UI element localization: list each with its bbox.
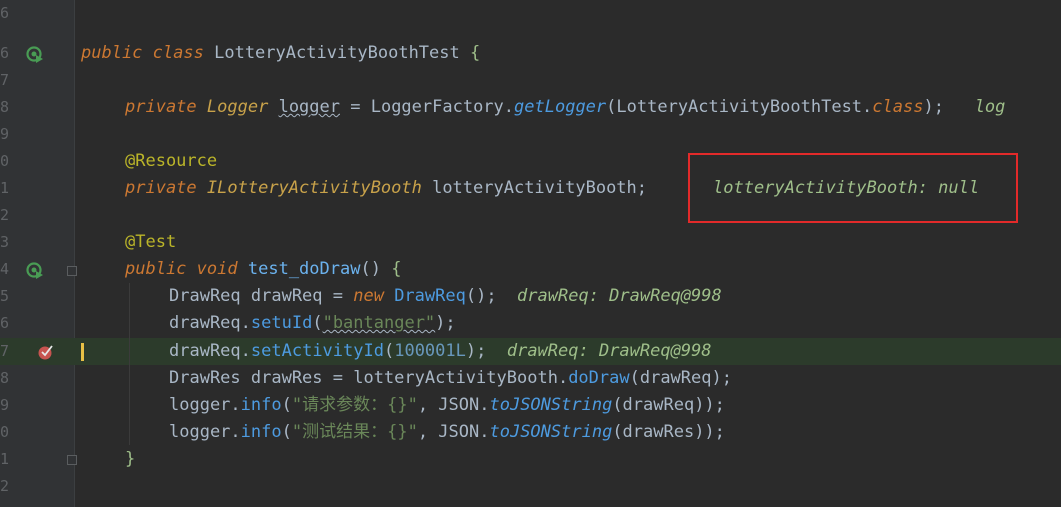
inline-debug-hint: log [974,97,1006,117]
text-caret [81,343,84,361]
line-number: 6 [0,314,10,332]
line-number: 4 [0,260,10,278]
inline-debug-hint: drawReq: DrawReq@998 [517,286,722,306]
code-text: public class LotteryActivityBoothTest { [81,43,481,63]
code-line[interactable]: 0 logger.info("测试结果：{}", JSON.toJSONStri… [0,419,1061,446]
code-text: private ILotteryActivityBooth lotteryAct… [125,178,648,198]
line-number: 0 [0,152,10,170]
code-text: public void test_doDraw() { [125,259,402,279]
fold-toggle-icon[interactable] [67,266,77,276]
code-line[interactable]: 1 } [0,446,1061,473]
line-number: 6 [0,44,10,62]
code-line[interactable]: 6 public class LotteryActivityBoothTest … [0,40,1061,67]
line-number: 8 [0,98,10,116]
current-execution-line[interactable]: 7 drawReq.setActivityId(100001L); drawRe… [0,338,1061,365]
inline-debug-hint: drawReq: DrawReq@998 [506,341,712,361]
code-line[interactable]: 8 DrawRes drawRes = lotteryActivityBooth… [0,365,1061,392]
line-number: 9 [0,396,10,414]
line-number: 1 [0,450,10,468]
line-number: 1 [0,179,10,197]
line-number: 6 [0,4,10,22]
code-text: @Resource [125,151,218,171]
code-text: logger.info("请求参数：{}", JSON.toJSONString… [169,395,725,415]
code-text: } [125,449,136,469]
code-text: @Test [125,232,177,252]
line-number: 8 [0,369,10,387]
breakpoint-icon[interactable] [37,343,55,361]
code-text: logger.info("测试结果：{}", JSON.toJSONString… [169,422,725,442]
line-number: 2 [0,477,10,495]
code-line[interactable]: 5 DrawReq drawReq = new DrawReq(); drawR… [0,283,1061,310]
code-line[interactable]: 2 [0,473,1061,500]
code-line[interactable]: 7 [0,67,1061,94]
line-number: 2 [0,206,10,224]
code-line[interactable]: 6 [0,0,1061,27]
line-number: 0 [0,423,10,441]
code-line[interactable]: 8 private Logger logger = LoggerFactory.… [0,94,1061,121]
line-number: 9 [0,125,10,143]
line-number: 7 [0,342,10,360]
line-number: 5 [0,287,10,305]
code-text: DrawReq drawReq = new DrawReq(); drawReq… [169,286,722,306]
line-number: 7 [0,71,10,89]
code-editor[interactable]: 6 6 public class LotteryActivityBoothTes… [0,0,1061,507]
run-test-icon[interactable] [26,46,44,64]
code-line[interactable]: 9 logger.info("请求参数：{}", JSON.toJSONStri… [0,392,1061,419]
code-text: drawReq.setuId("bantanger"); [169,313,456,333]
line-number: 3 [0,233,10,251]
code-text: private Logger logger = LoggerFactory.ge… [125,97,1006,117]
fold-toggle-icon[interactable] [67,455,77,465]
code-line[interactable]: 3 @Test [0,229,1061,256]
code-text: drawReq.setActivityId(100001L); drawReq:… [169,341,712,361]
code-text: DrawRes drawRes = lotteryActivityBooth.d… [169,368,732,388]
code-line[interactable]: 4 public void test_doDraw() { [0,256,1061,283]
annotation-highlight-box [688,153,1018,223]
run-test-icon[interactable] [26,262,44,280]
code-line[interactable]: 9 [0,121,1061,148]
indent-guide [129,283,130,445]
code-line[interactable]: 6 drawReq.setuId("bantanger"); [0,310,1061,337]
